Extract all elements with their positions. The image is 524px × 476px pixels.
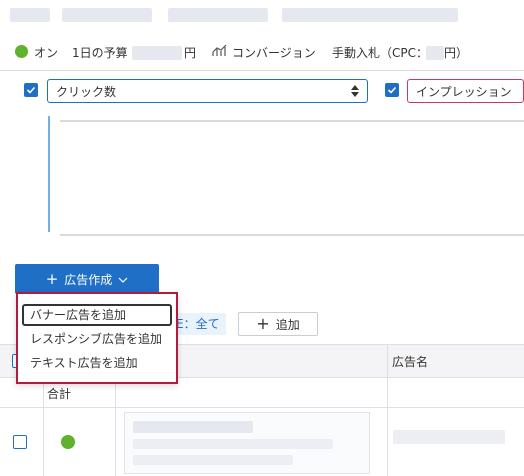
ad-preview-blurred[interactable] [124, 412, 370, 474]
column-header-ad-name[interactable]: 広告名 [392, 353, 428, 370]
bid-unit: 円） [444, 46, 469, 60]
blurred-text [62, 8, 152, 22]
blurred-text [282, 8, 458, 22]
plus-icon: + [45, 269, 59, 288]
blurred-text [10, 8, 50, 22]
metric1-checkbox[interactable] [24, 83, 38, 97]
row-checkbox[interactable] [13, 435, 27, 449]
metric2-value: インプレッション [416, 85, 512, 99]
chevron-down-icon [118, 272, 128, 286]
budget-unit: 円 [184, 46, 197, 60]
filter-chip[interactable]: E：全て [170, 313, 226, 335]
metric1-select[interactable]: クリック数 [47, 79, 368, 103]
budget-value-blurred [132, 46, 182, 60]
menu-item-banner-ad[interactable]: バナー広告を追加 [22, 304, 172, 326]
up-down-icon [351, 84, 359, 101]
metric1-value: クリック数 [56, 85, 117, 99]
plus-icon: + [256, 314, 270, 333]
status-on-label: オン [34, 46, 59, 60]
total-label: 合計 [47, 387, 72, 401]
daily-budget-label: 1日の予算 [72, 46, 128, 60]
conversion-label: コンバージョン [232, 46, 316, 60]
campaign-status-row: オン 1日の予算 円 コンバージョン 手動入札（CPC： 円） [0, 38, 524, 66]
add-button[interactable]: + 追加 [238, 312, 318, 336]
ad-create-dropdown: バナー広告を追加 レスポンシブ広告を追加 テキスト広告を追加 [16, 292, 178, 384]
top-header [0, 0, 524, 34]
chart-axis-line [48, 116, 50, 232]
ad-name-blurred [393, 430, 505, 444]
bid-value-blurred [426, 46, 444, 60]
ad-create-label: 広告作成 [64, 272, 113, 287]
performance-chart [60, 120, 524, 236]
row-status-indicator[interactable] [61, 435, 75, 449]
menu-item-responsive-ad[interactable]: レスポンシブ広告を追加 [22, 328, 172, 350]
menu-item-text-ad[interactable]: テキスト広告を追加 [22, 352, 172, 374]
blurred-text [168, 8, 268, 22]
ad-create-button[interactable]: + 広告作成 [15, 264, 159, 294]
metric2-checkbox[interactable] [385, 83, 399, 97]
divider [0, 70, 524, 71]
metric2-select[interactable]: インプレッション [407, 79, 524, 103]
bid-label: 手動入札（CPC： [332, 46, 428, 60]
add-label: 追加 [275, 317, 300, 332]
conversion-icon [212, 43, 228, 60]
